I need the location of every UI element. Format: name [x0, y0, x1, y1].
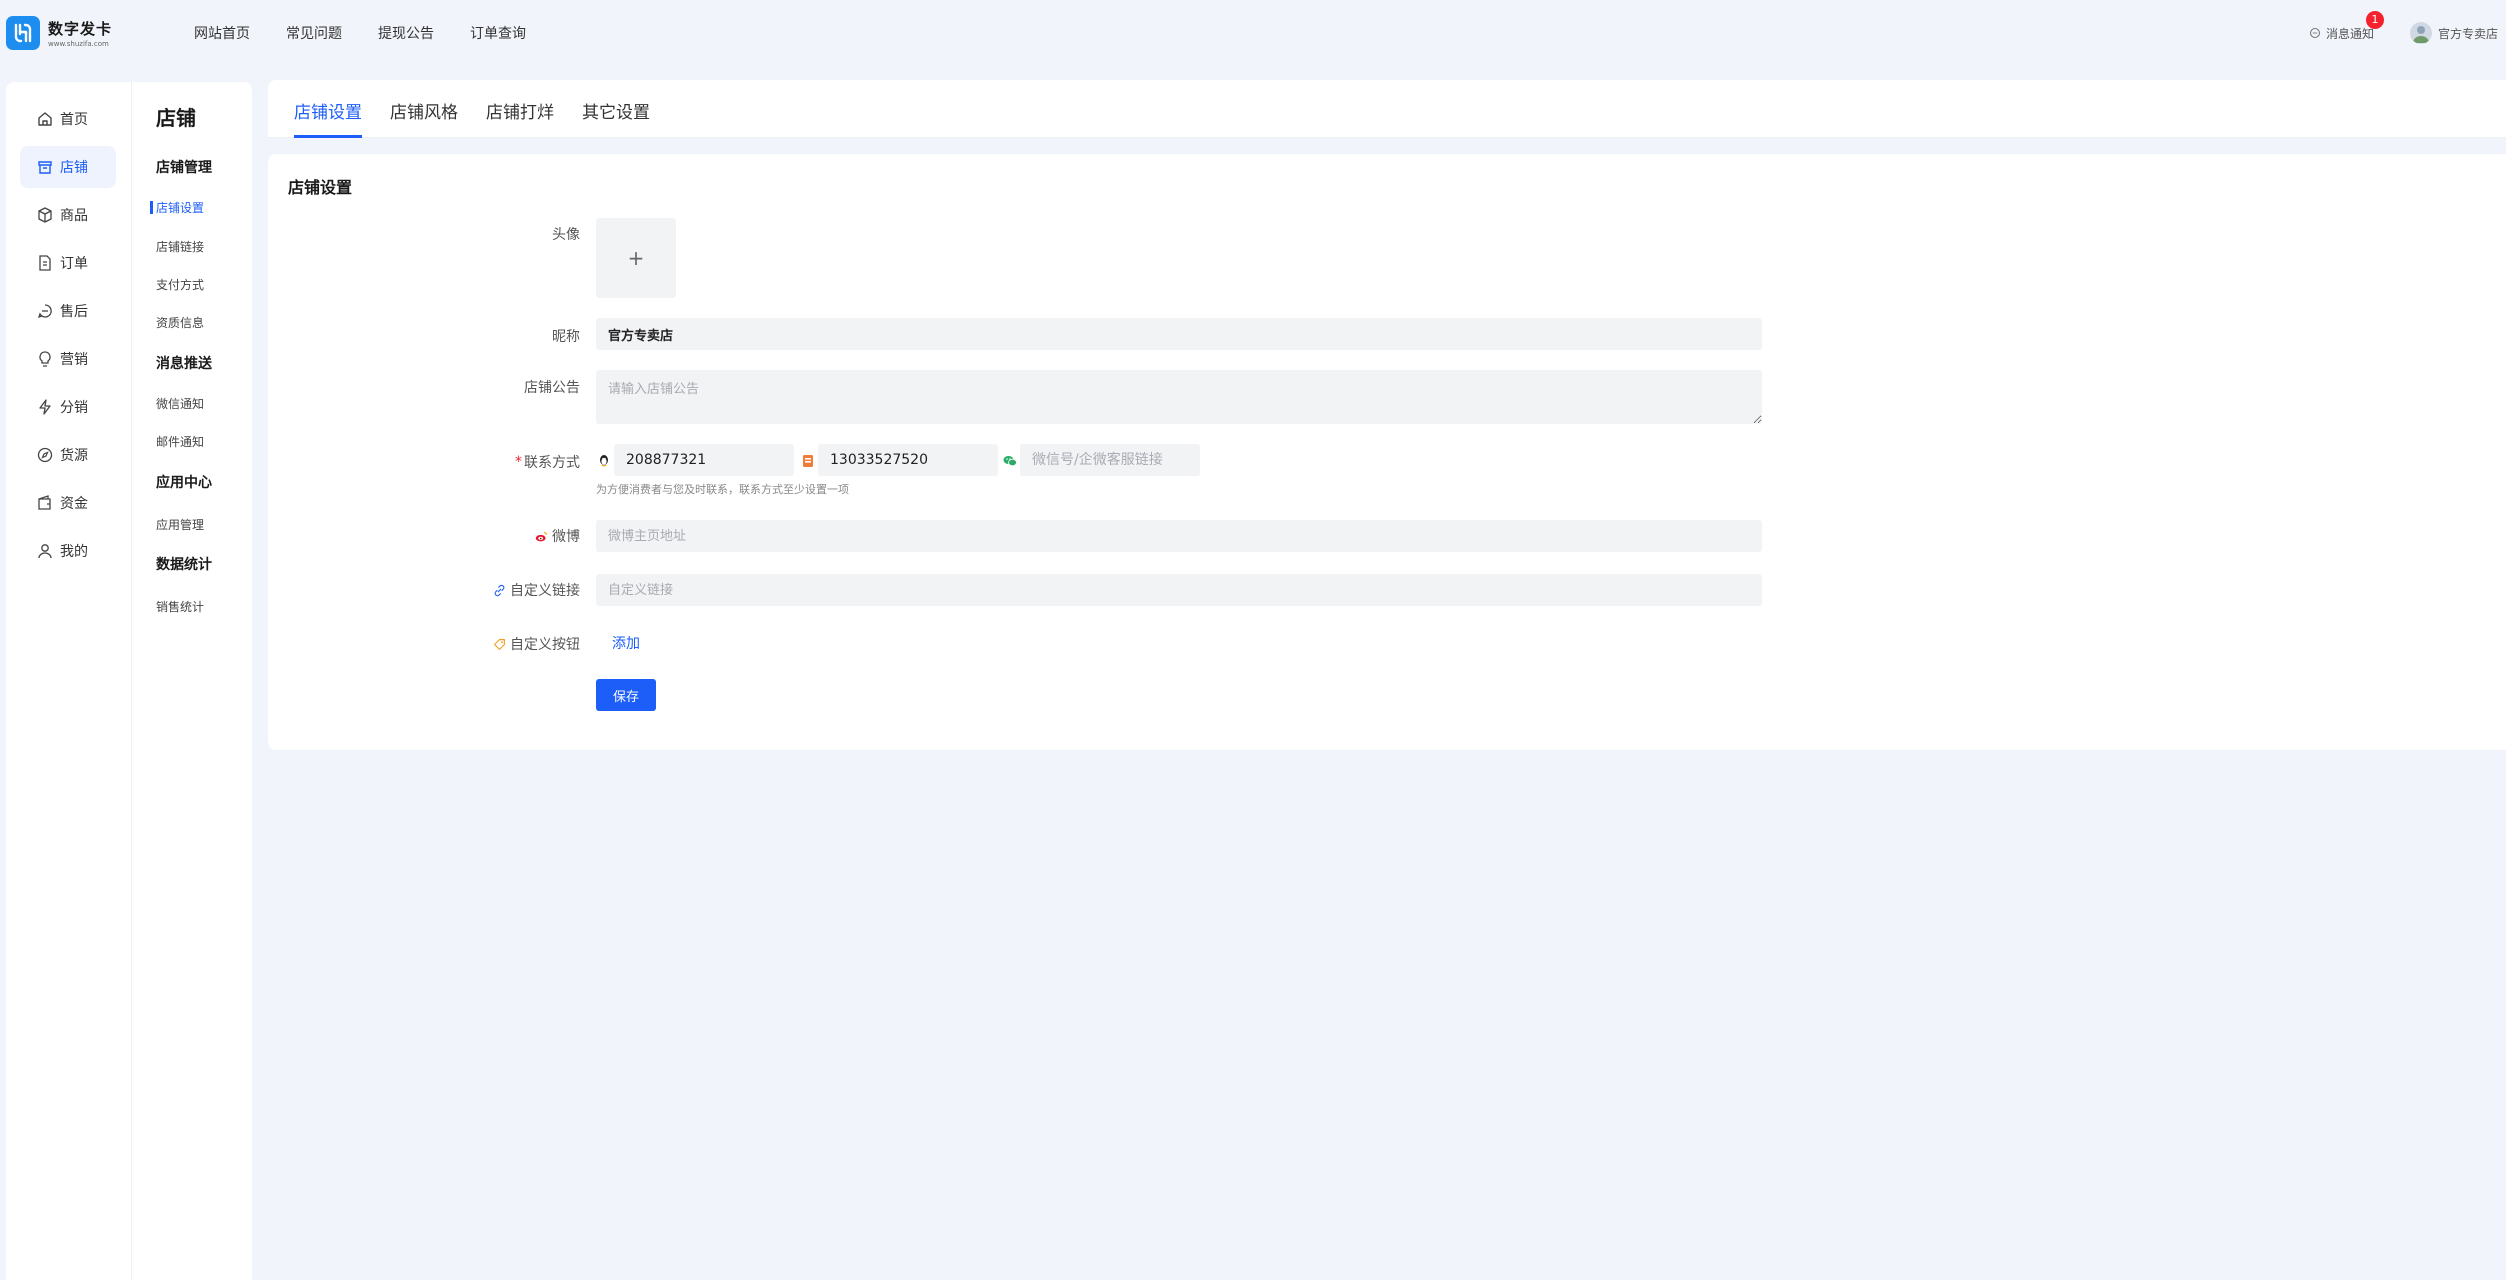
subnav-item-store-links[interactable]: 店铺链接 [156, 238, 204, 255]
sidebar-item-distribution[interactable]: 分销 [20, 386, 116, 428]
sidebar-item-label: 营销 [60, 352, 88, 368]
sidebar-item-aftersales[interactable]: 售后 [20, 290, 116, 332]
user-icon [38, 544, 52, 559]
lightning-icon [39, 399, 51, 415]
tab-store-closing[interactable]: 店铺打烊 [486, 98, 554, 135]
sidebar-item-label: 店铺 [60, 160, 88, 176]
sidebar-item-label: 售后 [60, 304, 88, 320]
messages-badge: 1 [2366, 10, 2384, 29]
logo-mark-icon [6, 16, 40, 50]
subnav-item-wechat-notify[interactable]: 微信通知 [156, 395, 204, 412]
notice-textarea[interactable] [596, 370, 1762, 424]
messages-label: 消息通知 [2325, 26, 2374, 41]
topnav-faq[interactable]: 常见问题 [286, 23, 342, 43]
nickname-input[interactable] [596, 318, 1762, 350]
sidebar-item-orders[interactable]: 订单 [20, 242, 116, 284]
topnav-withdraw-notice[interactable]: 提现公告 [378, 23, 434, 43]
sidebar-item-marketing[interactable]: 营销 [20, 338, 116, 380]
avatar [2410, 22, 2432, 44]
subnav-item-store-settings[interactable]: 店铺设置 [149, 199, 204, 216]
custom-button-label-text: 自定义按钮 [510, 637, 580, 653]
store-settings-panel: 店铺设置 头像 + 昵称 店铺公告 * 联系方式 为方便消费者与您及时联系，联系… [268, 154, 2506, 750]
weibo-input[interactable] [596, 520, 1762, 552]
topnav-order-query[interactable]: 订单查询 [470, 23, 526, 43]
contact-label-text: 联系方式 [524, 455, 580, 471]
wechat-icon [1003, 456, 1017, 467]
avatar-upload-button[interactable]: + [596, 218, 676, 298]
sidebar-item-store[interactable]: 店铺 [20, 146, 116, 188]
custom-link-label-text: 自定义链接 [510, 583, 580, 599]
sidebar-item-label: 资金 [60, 496, 88, 512]
page-title: 店铺设置 [288, 178, 353, 197]
subnav-item-email-notify[interactable]: 邮件通知 [156, 433, 204, 450]
subnav-group-store-management: 店铺管理 [156, 160, 212, 176]
brand-title: 数字发卡 [48, 20, 113, 38]
messages-button[interactable]: 消息通知 1 [2309, 10, 2384, 42]
custom-button-label: 自定义按钮 [493, 634, 580, 654]
sidebar-item-supply[interactable]: 货源 [20, 434, 116, 476]
weibo-label-text: 微博 [552, 529, 580, 545]
qq-input[interactable] [614, 444, 794, 476]
wallet-icon [38, 495, 51, 510]
topnav-home[interactable]: 网站首页 [194, 23, 250, 43]
tab-store-settings[interactable]: 店铺设置 [294, 98, 362, 138]
sidebar-item-label: 货源 [60, 448, 88, 464]
plus-icon: + [627, 246, 645, 270]
box-icon [38, 207, 52, 223]
sidebar: 首页 店铺 商品 订单 售后 营销 分销 货源 资金 我的 店铺 店铺管理 店铺… [6, 82, 252, 1280]
qq-icon [600, 455, 608, 467]
main-nav: 首页 店铺 商品 订单 售后 营销 分销 货源 资金 我的 [6, 82, 132, 1280]
sidebar-item-label: 分销 [60, 400, 88, 416]
sidebar-item-home[interactable]: 首页 [20, 98, 116, 140]
compass-icon [37, 447, 53, 463]
brand-logo[interactable]: 数字发卡 www.shuzifa.com [6, 16, 182, 50]
sidebar-item-funds[interactable]: 资金 [20, 482, 116, 524]
nickname-label: 昵称 [552, 329, 580, 345]
store-icon [38, 161, 52, 174]
weibo-label: 微博 [535, 526, 580, 546]
sidebar-item-label: 首页 [60, 112, 88, 128]
sidebar-item-label: 商品 [60, 208, 88, 224]
required-mark: * [515, 454, 522, 470]
sidebar-item-mine[interactable]: 我的 [20, 530, 116, 572]
avatar-label: 头像 [552, 227, 580, 243]
save-button[interactable]: 保存 [596, 679, 656, 711]
contact-hint: 为方便消费者与您及时联系，联系方式至少设置一项 [596, 483, 849, 496]
subnav-group-data-stats: 数据统计 [156, 557, 212, 573]
subnav-item-payment-methods[interactable]: 支付方式 [156, 276, 204, 293]
top-bar: 数字发卡 www.shuzifa.com 网站首页 常见问题 提现公告 订单查询… [0, 0, 2506, 66]
weibo-icon [535, 531, 547, 541]
sidebar-item-label: 我的 [60, 544, 88, 560]
user-menu[interactable]: 官方专卖店 [2410, 22, 2506, 44]
brand-subtitle: www.shuzifa.com [48, 40, 109, 48]
chat-icon [37, 304, 52, 319]
document-icon [39, 255, 51, 271]
subnav-item-qualification[interactable]: 资质信息 [156, 314, 204, 331]
message-icon [2309, 27, 2321, 39]
notice-label: 店铺公告 [524, 380, 580, 396]
contact-label: * 联系方式 [515, 452, 580, 472]
settings-tabs: 店铺设置 店铺风格 店铺打烊 其它设置 [268, 80, 2506, 138]
tab-store-style[interactable]: 店铺风格 [390, 98, 458, 135]
subnav-item-app-management[interactable]: 应用管理 [156, 516, 204, 533]
top-nav: 网站首页 常见问题 提现公告 订单查询 [194, 23, 562, 43]
custom-link-input[interactable] [596, 574, 1762, 606]
subnav-group-app-center: 应用中心 [156, 475, 212, 491]
bulb-icon [39, 351, 51, 367]
user-name: 官方专卖店 [2438, 26, 2499, 41]
link-icon [494, 584, 505, 596]
tag-icon [494, 638, 505, 650]
subnav-title: 店铺 [156, 106, 196, 130]
add-custom-button-link[interactable]: 添加 [612, 633, 640, 653]
home-icon [38, 112, 52, 126]
wechat-input[interactable] [1020, 444, 1200, 476]
sidebar-item-products[interactable]: 商品 [20, 194, 116, 236]
phone-book-icon [803, 455, 813, 467]
subnav-group-message-push: 消息推送 [156, 356, 212, 372]
phone-input[interactable] [818, 444, 998, 476]
tab-other-settings[interactable]: 其它设置 [582, 98, 650, 135]
subnav-item-sales-stats[interactable]: 销售统计 [156, 598, 204, 615]
sidebar-item-label: 订单 [60, 256, 88, 272]
custom-link-label: 自定义链接 [493, 580, 580, 600]
